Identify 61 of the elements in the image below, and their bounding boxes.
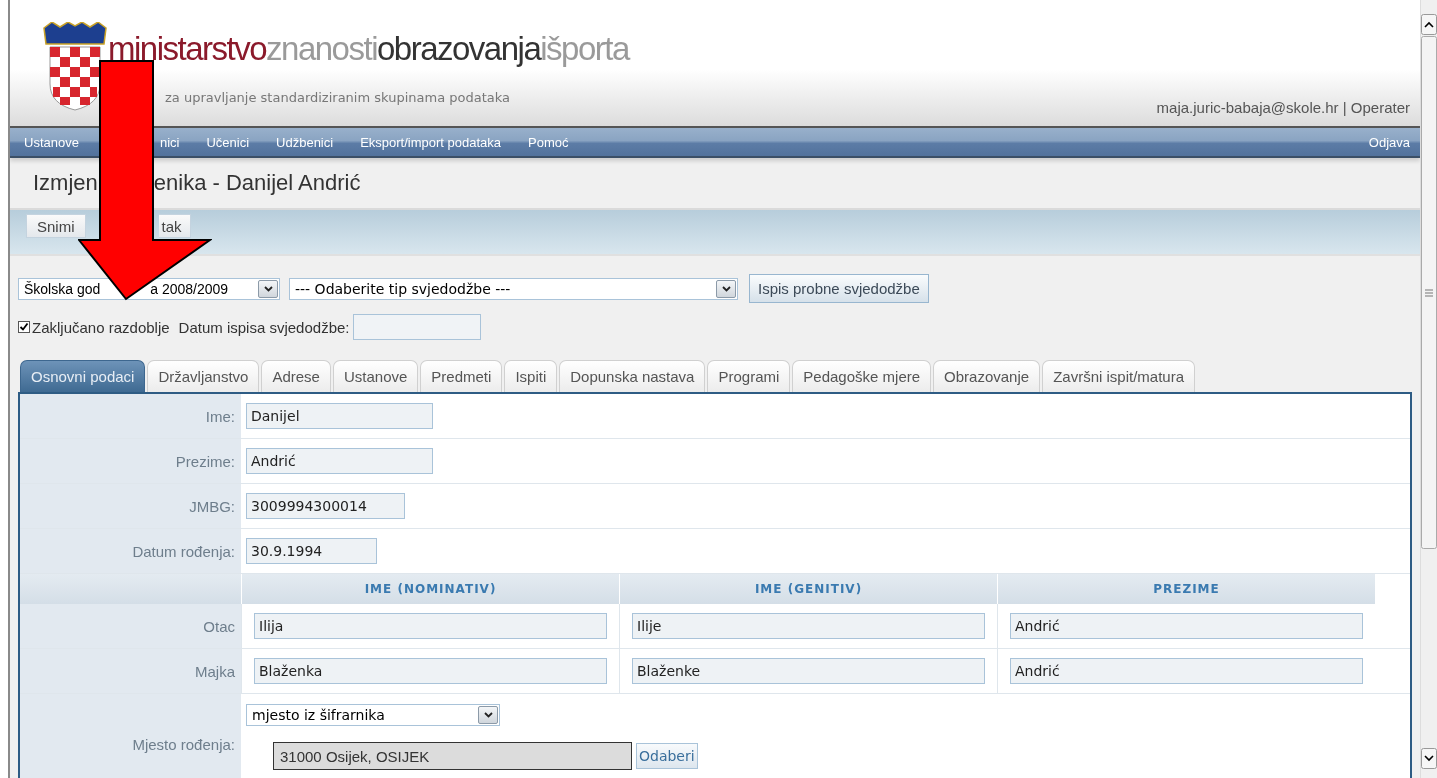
toolbar-button[interactable]: Snimi — [26, 214, 86, 238]
nav-menu-item[interactable]: Pomoć — [528, 134, 569, 150]
dropdown-button[interactable] — [716, 279, 736, 298]
caret-icon — [263, 285, 273, 292]
tab[interactable]: Ustanove — [332, 360, 419, 392]
tab[interactable]: Pedagoške mjere — [792, 360, 932, 392]
checkbox-label: Zaključano razdoblje — [32, 318, 170, 336]
text-field[interactable]: Blaženke — [632, 658, 985, 684]
tab[interactable]: Ispiti — [504, 360, 558, 392]
certificate-type-select[interactable]: --- Odaberite tip svjedodžbe --- — [289, 277, 738, 300]
nav-menu-item[interactable]: Ustanove — [24, 134, 79, 150]
dropdown-button[interactable] — [258, 279, 278, 298]
tab[interactable]: Državljanstvo — [147, 360, 260, 392]
text-field[interactable]: Andrić — [1010, 613, 1363, 639]
logout-link[interactable]: Odjava — [1368, 134, 1410, 150]
text-field[interactable]: 30.9.1994 — [246, 538, 377, 564]
text-field[interactable]: Ilija — [254, 613, 607, 639]
nav-menu-item[interactable]: Udžbenici — [276, 134, 334, 150]
caret-icon — [483, 712, 493, 718]
toolbar-button[interactable]: tak — [158, 214, 191, 238]
tab[interactable]: Obrazovanje — [933, 360, 1041, 392]
birthplace-source-select[interactable]: mjesto iz šifrarnika — [246, 704, 500, 726]
column-header: IME (GENITIV) — [619, 574, 997, 604]
field-label: Datum ispisa svjedodžbe: — [178, 318, 350, 336]
ministry-logo-text: ministarstvoznanostiobrazovanjaišporta — [108, 30, 629, 68]
locked-period-checkbox[interactable] — [18, 321, 30, 333]
field-label: JMBG: — [20, 484, 241, 528]
column-header: IME (NOMINATIV) — [241, 574, 619, 604]
tab[interactable]: Adrese — [261, 360, 331, 392]
column-header: PREZIME — [997, 574, 1375, 604]
nav-menu-item[interactable]: nici — [159, 134, 180, 150]
field-label: Ime: — [20, 394, 241, 438]
field-label: Mjesto rođenja: — [20, 694, 241, 778]
tab[interactable]: Dopunska nastava — [559, 360, 706, 392]
print-preview-button[interactable]: Ispis probne svjedodžbe — [749, 274, 929, 303]
text-field[interactable]: Blaženka — [254, 658, 607, 684]
row-label: Majka — [20, 649, 241, 693]
field-label: Prezime: — [20, 439, 241, 483]
tab[interactable]: Završni ispit/matura — [1042, 360, 1195, 392]
birthplace-field[interactable]: 31000 Osijek, OSIJEK — [273, 742, 632, 770]
text-field[interactable]: Ilije — [632, 613, 985, 639]
tab[interactable]: Programi — [707, 360, 791, 392]
caret-icon — [721, 285, 731, 292]
text-field[interactable]: 3009994300014 — [246, 493, 405, 519]
user-info: maja.juric-babaja@skole.hr | Operater — [1156, 99, 1410, 116]
nav-menu-item[interactable]: Učenici — [206, 134, 250, 150]
print-date-field[interactable] — [352, 314, 481, 340]
text-field[interactable]: Andrić — [246, 448, 433, 474]
field-label: Datum rođenja: — [20, 529, 241, 573]
text-field[interactable]: Andrić — [1010, 658, 1363, 684]
choose-button[interactable]: Odaberi — [636, 743, 698, 769]
page-heading: enika - Danijel Andrić — [153, 170, 361, 196]
page-heading: Izmjen — [33, 170, 98, 196]
site-subtitle: za upravljanje standardiziranim skupinama podataka — [165, 90, 510, 105]
row-label: Otac — [20, 604, 241, 648]
dropdown-button[interactable] — [478, 706, 498, 724]
tab[interactable]: Predmeti — [420, 360, 503, 392]
coat-of-arms-icon — [40, 22, 110, 112]
nav-menu-item[interactable]: Eksport/import podataka — [360, 134, 502, 150]
tab[interactable]: Osnovni podaci — [20, 360, 146, 392]
text-field[interactable]: Danijel — [246, 403, 433, 429]
